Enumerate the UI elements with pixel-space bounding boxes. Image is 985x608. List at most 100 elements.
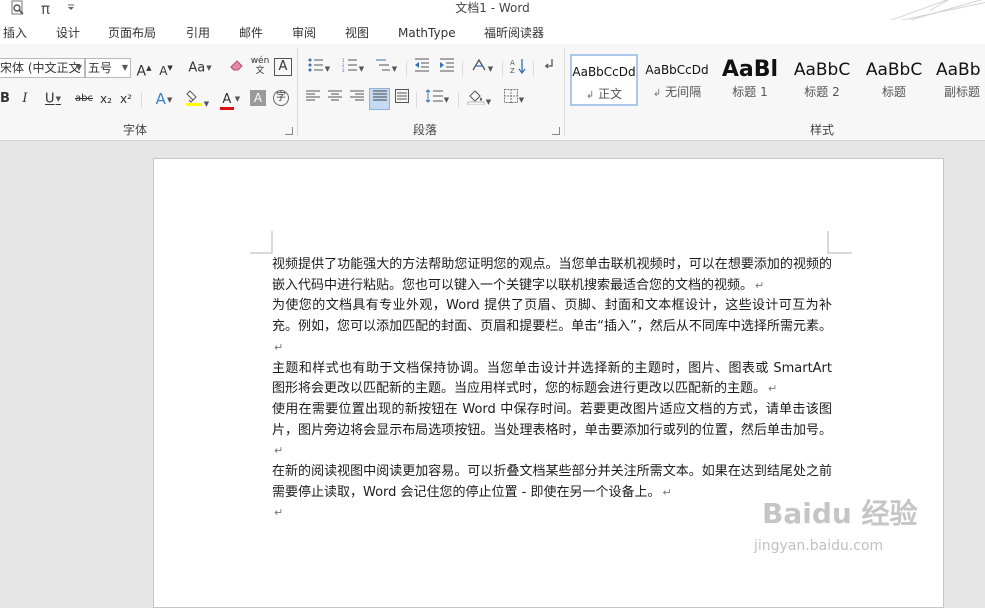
tab-design[interactable]: 设计 (56, 24, 80, 42)
tab-page-layout[interactable]: 页面布局 (108, 24, 156, 42)
font-dialog-launcher-icon[interactable] (285, 127, 293, 135)
subscript-button[interactable]: x₂ (98, 89, 114, 109)
line-spacing-icon (425, 89, 443, 103)
tab-references[interactable]: 引用 (186, 24, 210, 42)
superscript-button[interactable]: x² (118, 89, 134, 109)
clear-formatting-button[interactable] (228, 58, 246, 78)
tab-review[interactable]: 审阅 (292, 24, 316, 42)
paragraph-mark: ↵ (662, 485, 672, 499)
paragraph[interactable]: 视频提供了功能强大的方法帮助您证明您的观点。当您单击联机视频时，可以在想要添加的… (272, 255, 832, 296)
tab-foxit-reader[interactable]: 福昕阅读器 (484, 24, 544, 42)
numbering-button[interactable]: 1 2 3 ▼ (338, 58, 368, 78)
shrink-font-button[interactable]: A▼ (157, 58, 175, 78)
align-left-button[interactable] (304, 89, 322, 109)
group-divider (564, 48, 565, 136)
tab-mathtype[interactable]: MathType (398, 24, 456, 42)
align-right-button[interactable] (348, 89, 366, 109)
style-name: 标题 2 (804, 85, 840, 99)
tab-mailings[interactable]: 邮件 (239, 24, 263, 42)
margin-corner-mark (827, 231, 852, 254)
borders-button[interactable]: ▼ (499, 89, 529, 109)
decrease-indent-button[interactable] (412, 58, 432, 78)
strikethrough-icon: abc (75, 93, 93, 104)
paragraph-group-label: 段落 (412, 123, 437, 137)
divider (458, 92, 459, 108)
change-case-icon: Aa (188, 60, 206, 76)
align-left-icon (306, 90, 320, 101)
style-normal[interactable]: AaBbCcDd ↲ 正文 (570, 54, 638, 106)
style-sample: AaBbC (865, 60, 923, 80)
line-spacing-button[interactable]: ▼ (421, 89, 453, 109)
paragraph[interactable]: ↵ (272, 503, 832, 524)
style-heading-1[interactable]: AaBl 标题 1 (716, 54, 784, 106)
watermark-url: jingyan.baidu.com (754, 538, 884, 554)
style-title[interactable]: AaBbC 标题 (860, 54, 928, 106)
multilevel-list-button[interactable]: ▼ (371, 58, 401, 78)
paragraph[interactable]: 在新的阅读视图中阅读更加容易。可以折叠文档某些部分并关注所需文本。如果在达到结尾… (272, 462, 832, 503)
increase-indent-button[interactable] (437, 58, 457, 78)
style-sample: AaBl (721, 57, 779, 82)
phonetic-guide-button[interactable]: wén 文 (250, 56, 270, 76)
paragraph-mark: ↵ (274, 506, 284, 520)
bullet-list-icon (308, 58, 323, 72)
strikethrough-button[interactable]: abc (74, 89, 94, 109)
font-name-value: 宋体 (中文正文 (0, 61, 81, 75)
underline-button[interactable]: U▼ (37, 89, 69, 109)
bold-button[interactable]: B (0, 89, 12, 109)
enclose-characters-icon: 字 (276, 92, 286, 103)
style-sample: AaBb (936, 60, 981, 80)
style-sample: AaBbCcDd (645, 63, 709, 77)
font-size-combo[interactable]: 五号 ▼ (85, 58, 131, 78)
asian-layout-icon (472, 58, 486, 71)
character-border-icon: A (278, 59, 288, 74)
tab-insert[interactable]: 插入 (3, 24, 27, 42)
character-shading-button[interactable]: A (250, 90, 266, 106)
italic-button[interactable]: I (18, 89, 32, 109)
text-effects-icon: A (155, 90, 166, 108)
enclose-characters-button[interactable]: 字 (273, 90, 289, 106)
paragraph[interactable]: 主题和样式也有助于文档保持协调。当您单击设计并选择新的主题时，图片、图表或 Sm… (272, 359, 832, 400)
distributed-icon (395, 89, 409, 103)
distributed-button[interactable] (393, 89, 411, 109)
style-heading-2[interactable]: AaBbC 标题 2 (788, 54, 856, 106)
paint-bucket-icon (467, 90, 485, 106)
style-no-spacing[interactable]: AaBbCcDd ↲ 无间隔 (643, 54, 711, 106)
divider (533, 61, 534, 77)
window-title: 文档1 - Word (455, 1, 530, 15)
italic-icon: I (22, 91, 28, 106)
font-color-icon: A (222, 91, 232, 107)
increase-indent-icon (440, 58, 454, 72)
shading-button[interactable]: ▼ (463, 89, 495, 109)
character-border-button[interactable]: A (274, 58, 292, 76)
align-right-icon (350, 90, 364, 101)
justify-button[interactable] (369, 88, 390, 110)
style-name: ↲ 正文 (585, 87, 623, 101)
change-case-button[interactable]: Aa▼ (185, 58, 215, 78)
show-marks-button[interactable] (539, 58, 559, 78)
style-subtitle[interactable]: AaBb 副标题 (930, 54, 985, 106)
paragraph[interactable]: 使用在需要位置出现的新按钮在 Word 中保存时间。若要更改图片适应文档的方式，… (272, 400, 832, 462)
highlight-color-button[interactable]: ▼ (182, 89, 212, 109)
asian-layout-button[interactable]: ▼ (467, 58, 497, 78)
align-center-button[interactable] (326, 89, 344, 109)
phonetic-guide-icon: wén 文 (250, 56, 270, 76)
paragraph-dialog-launcher-icon[interactable] (552, 127, 560, 135)
text-effects-button[interactable]: A▼ (150, 89, 178, 109)
style-name: 标题 (881, 85, 906, 99)
ribbon-tabs: 插入 设计 页面布局 引用 邮件 审阅 视图 MathType 福昕阅读器 (0, 20, 985, 44)
margin-corner-mark (250, 231, 273, 254)
ribbon: 宋体 (中文正文 ▼ 五号 ▼ A▲ A▼ Aa▼ wén 文 A B I U▼… (0, 44, 985, 141)
document-body[interactable]: 视频提供了功能强大的方法帮助您证明您的观点。当您单击联机视频时，可以在想要添加的… (272, 255, 832, 524)
tab-view[interactable]: 视图 (345, 24, 369, 42)
style-sample: AaBbC (793, 60, 851, 80)
font-name-combo[interactable]: 宋体 (中文正文 ▼ (0, 58, 85, 78)
grow-font-button[interactable]: A▲ (135, 58, 153, 80)
multilevel-list-icon (375, 59, 390, 71)
sort-button[interactable]: AZ (508, 58, 528, 78)
font-color-button[interactable]: A ▼ (215, 89, 245, 110)
svg-text:A: A (510, 59, 515, 67)
grow-font-icon: A (136, 63, 147, 80)
bullets-button[interactable]: ▼ (304, 58, 334, 78)
paragraph-mark: ↵ (274, 444, 284, 458)
paragraph[interactable]: 为使您的文档具有专业外观，Word 提供了页眉、页脚、封面和文本框设计，这些设计… (272, 296, 832, 358)
